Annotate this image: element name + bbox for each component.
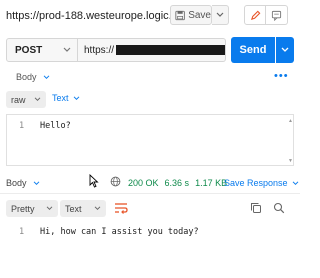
request-title: https://prod-188.westeurope.logic.... xyxy=(6,10,181,22)
cursor-icon xyxy=(89,173,99,191)
save-options-button[interactable] xyxy=(212,5,229,25)
copy-button[interactable] xyxy=(250,202,262,217)
chevron-down-icon xyxy=(34,97,41,102)
body-language-label: Text xyxy=(52,93,69,103)
response-language-select[interactable]: Text xyxy=(60,200,106,217)
status-code[interactable]: 200 OK xyxy=(128,178,159,188)
save-response-label: Save Response xyxy=(224,178,288,188)
response-meta: 200 OK 6.36 s 1.17 KB xyxy=(128,178,227,188)
comment-icon xyxy=(271,10,282,21)
edit-button[interactable] xyxy=(244,5,266,25)
chevron-down-icon xyxy=(63,47,71,52)
response-size[interactable]: 1.17 KB xyxy=(195,178,227,188)
search-button[interactable] xyxy=(273,202,285,217)
response-tab-label: Body xyxy=(6,178,27,188)
copy-icon xyxy=(251,203,261,213)
globe-icon[interactable] xyxy=(110,176,121,190)
save-label: Save xyxy=(188,9,211,21)
divider xyxy=(0,193,300,194)
body-language-select[interactable]: Text xyxy=(52,93,80,103)
method-select[interactable]: POST xyxy=(6,38,78,62)
comments-button[interactable] xyxy=(266,5,288,25)
response-language-label: Text xyxy=(65,203,82,214)
tab-body-label: Body xyxy=(16,72,37,82)
response-time[interactable]: 6.36 s xyxy=(165,178,190,188)
save-button[interactable]: Save xyxy=(170,5,212,25)
chevron-down-icon xyxy=(73,95,79,100)
response-format-select[interactable]: Pretty xyxy=(6,200,58,217)
response-code-line: Hi, how can I assist you today? xyxy=(40,227,199,237)
editor-code-line[interactable]: Hello? xyxy=(40,121,71,131)
scroll-up-icon[interactable]: ▲ xyxy=(288,118,293,124)
chevron-down-icon xyxy=(43,74,49,79)
chevron-down-icon xyxy=(216,12,224,17)
chevron-down-icon xyxy=(94,206,101,211)
method-label: POST xyxy=(15,44,43,56)
chevron-down-icon xyxy=(281,47,289,52)
search-icon xyxy=(273,202,285,214)
scroll-down-icon[interactable]: ▼ xyxy=(288,158,293,164)
save-icon xyxy=(175,10,185,20)
send-options-button[interactable] xyxy=(276,37,294,63)
url-text: https:// xyxy=(84,44,115,56)
response-tab-body[interactable]: Body xyxy=(6,178,40,188)
body-mode-label: raw xyxy=(11,94,26,105)
wrap-button[interactable] xyxy=(113,200,129,219)
url-input[interactable]: https:// xyxy=(78,38,226,62)
chevron-down-icon xyxy=(292,180,298,185)
tab-body[interactable]: Body xyxy=(16,72,50,82)
chevron-down-icon xyxy=(46,206,53,211)
wrap-icon xyxy=(115,203,128,214)
response-line-number: 1 xyxy=(19,227,25,237)
more-options-button[interactable]: ••• xyxy=(274,70,289,82)
body-mode-select[interactable]: raw xyxy=(6,91,46,108)
editor-line-number: 1 xyxy=(19,121,25,131)
response-format-label: Pretty xyxy=(11,203,35,214)
chevron-down-icon xyxy=(33,180,39,185)
pencil-icon xyxy=(250,10,260,20)
save-response-button[interactable]: Save Response xyxy=(224,178,299,188)
send-button[interactable]: Send xyxy=(231,37,275,63)
redacted-url xyxy=(116,45,225,55)
